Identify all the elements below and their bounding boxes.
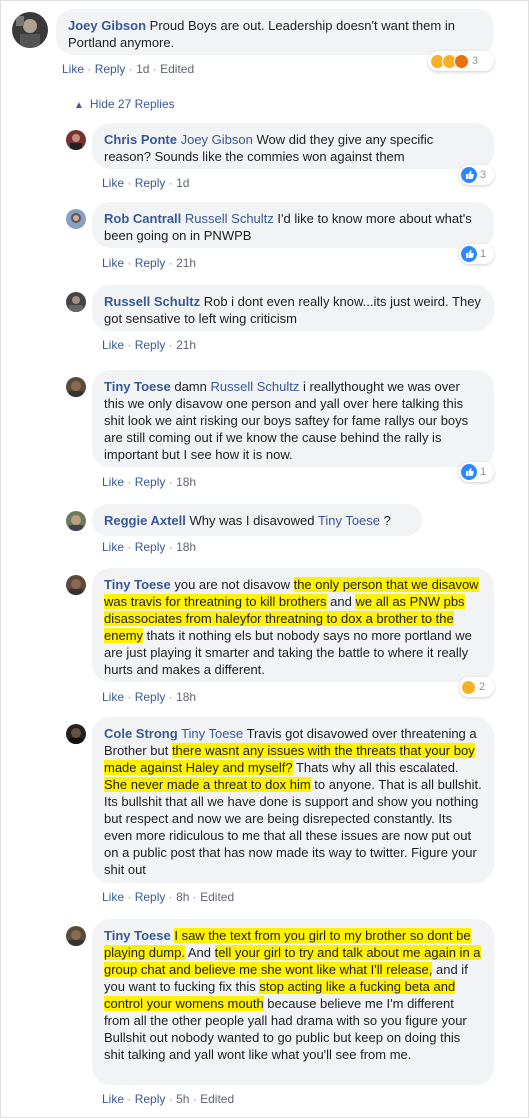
reply-actions: Like · Reply · 21h — [102, 338, 197, 352]
reply-bubble: Tiny Toese damn Russell Schultz i really… — [92, 370, 494, 467]
reply-actions: Like · Reply · 18h — [102, 475, 197, 489]
reply-link[interactable]: Reply — [135, 690, 166, 704]
reply-bubble: Tiny Toese I saw the text from you girl … — [92, 919, 494, 1085]
edited-label[interactable]: Edited — [200, 890, 234, 904]
reply-time[interactable]: 18h — [176, 540, 196, 554]
avatar[interactable] — [66, 377, 86, 397]
reply-actions: Like · Reply · 21h — [102, 256, 197, 270]
reply-time[interactable]: 18h — [176, 690, 196, 704]
reply-time[interactable]: 5h — [176, 1092, 189, 1106]
reply-author[interactable]: Tiny Toese — [104, 577, 171, 592]
like-link[interactable]: Like — [102, 176, 124, 190]
comment-actions: Like · Reply · 1d · Edited — [62, 62, 195, 76]
like-link[interactable]: Like — [102, 890, 124, 904]
avatar[interactable] — [66, 575, 86, 595]
reply-link[interactable]: Reply — [95, 62, 126, 76]
reaction-count: 1 — [480, 466, 487, 478]
reply-actions: Like · Reply · 5h · Edited — [102, 1092, 235, 1106]
angry-reaction-icon — [454, 53, 469, 69]
comment-time[interactable]: 1d — [136, 62, 149, 76]
reaction-count: 2 — [479, 681, 486, 693]
hide-replies-link[interactable]: ▲ Hide 27 Replies — [74, 96, 175, 114]
comment-author[interactable]: Joey Gibson — [68, 18, 146, 33]
reply-link[interactable]: Reply — [135, 338, 166, 352]
avatar[interactable] — [66, 292, 86, 312]
reaction-summary[interactable]: 1 — [459, 462, 494, 482]
reaction-count: 1 — [480, 248, 487, 260]
like-link[interactable]: Like — [102, 1092, 124, 1106]
reply-bubble: Reggie Axtell Why was I disavowed Tiny T… — [92, 504, 422, 536]
reply-text: ? — [380, 513, 391, 528]
reply-time[interactable]: 21h — [176, 338, 196, 352]
reply-author[interactable]: Russell Schultz — [104, 294, 200, 309]
avatar[interactable] — [66, 724, 86, 744]
wow-reaction-icon — [461, 679, 476, 695]
reply-bubble: Rob Cantrall Russell Schultz I'd like to… — [92, 202, 494, 248]
like-link[interactable]: Like — [102, 540, 124, 554]
reply-author[interactable]: Chris Ponte — [104, 132, 177, 147]
reply-time[interactable]: 8h — [176, 890, 189, 904]
reaction-count: 3 — [472, 55, 479, 67]
avatar[interactable] — [66, 926, 86, 946]
mention-link[interactable]: Tiny Toese — [181, 726, 243, 741]
reply-link[interactable]: Reply — [135, 1092, 166, 1106]
reaction-count: 3 — [480, 169, 487, 181]
mention-link[interactable]: Russell Schultz — [210, 379, 299, 394]
edited-label[interactable]: Edited — [200, 1092, 234, 1106]
reply-time[interactable]: 21h — [176, 256, 196, 270]
reply-author[interactable]: Rob Cantrall — [104, 211, 181, 226]
mention-link[interactable]: Joey Gibson — [181, 132, 253, 147]
reply-actions: Like · Reply · 18h — [102, 540, 197, 554]
like-link[interactable]: Like — [102, 475, 124, 489]
avatar[interactable] — [12, 12, 48, 48]
reaction-summary[interactable]: 1 — [459, 244, 494, 264]
chevron-up-icon: ▲ — [74, 100, 84, 111]
reply-author[interactable]: Tiny Toese — [104, 379, 171, 394]
reply-author[interactable]: Reggie Axtell — [104, 513, 186, 528]
mention-link[interactable]: Tiny Toese — [318, 513, 380, 528]
reaction-summary[interactable]: 2 — [459, 677, 494, 697]
reply-bubble: Tiny Toese you are not disavow the only … — [92, 568, 494, 682]
like-link[interactable]: Like — [62, 62, 84, 76]
mention-link[interactable]: Russell Schultz — [185, 211, 274, 226]
reply-link[interactable]: Reply — [135, 176, 166, 190]
avatar[interactable] — [66, 130, 86, 150]
like-link[interactable]: Like — [102, 690, 124, 704]
avatar[interactable] — [66, 209, 86, 229]
reply-time[interactable]: 18h — [176, 475, 196, 489]
reply-bubble: Chris Ponte Joey Gibson Wow did they giv… — [92, 123, 494, 169]
reply-link[interactable]: Reply — [135, 256, 166, 270]
edited-label[interactable]: Edited — [160, 62, 194, 76]
reply-actions: Like · Reply · 8h · Edited — [102, 890, 235, 904]
reaction-summary[interactable]: 3 — [428, 51, 494, 71]
like-reaction-icon — [461, 167, 477, 183]
reply-link[interactable]: Reply — [135, 475, 166, 489]
reply-link[interactable]: Reply — [135, 890, 166, 904]
reply-author[interactable]: Tiny Toese — [104, 928, 171, 943]
reply-time[interactable]: 1d — [176, 176, 189, 190]
highlighted-text: She never made a threat to dox him — [104, 777, 311, 792]
reply-actions: Like · Reply · 18h — [102, 690, 197, 704]
like-link[interactable]: Like — [102, 256, 124, 270]
reply-bubble: Cole Strong Tiny Toese Travis got disavo… — [92, 717, 494, 883]
avatar[interactable] — [66, 511, 86, 531]
comment-bubble: Joey Gibson Proud Boys are out. Leadersh… — [56, 9, 494, 55]
reply-bubble: Russell Schultz Rob i dont even really k… — [92, 285, 494, 331]
like-link[interactable]: Like — [102, 338, 124, 352]
like-reaction-icon — [461, 464, 477, 480]
like-reaction-icon — [461, 246, 477, 262]
reaction-summary[interactable]: 3 — [459, 165, 494, 185]
reply-link[interactable]: Reply — [135, 540, 166, 554]
reply-author[interactable]: Cole Strong — [104, 726, 178, 741]
reply-actions: Like · Reply · 1d — [102, 176, 190, 190]
